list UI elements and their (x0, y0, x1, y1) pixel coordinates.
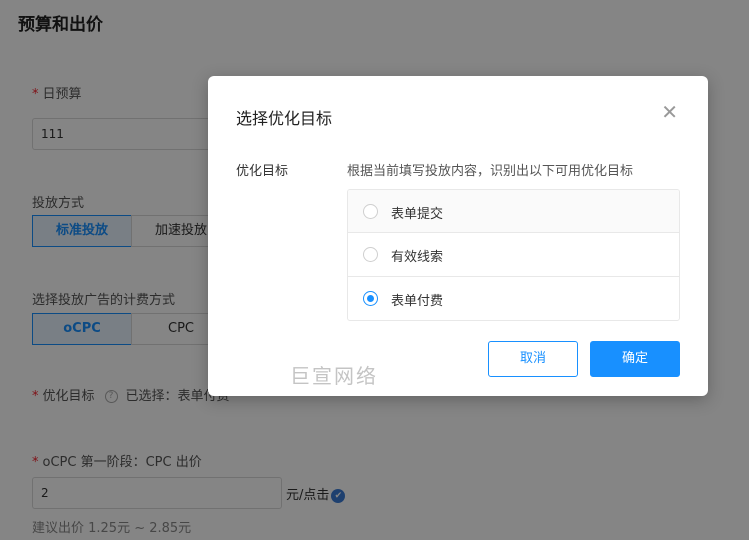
modal-title: 选择优化目标 (236, 109, 333, 128)
option-label: 有效线索 (391, 250, 444, 266)
radio-button[interactable] (363, 247, 378, 263)
cancel-button[interactable]: 取消 (488, 341, 578, 377)
optimization-options: 表单提交 有效线索 表单付费 (347, 189, 680, 321)
modal-field-label: 优化目标 (236, 164, 289, 179)
option-form-submit[interactable]: 表单提交 (348, 190, 679, 234)
option-label: 表单提交 (391, 207, 444, 222)
select-optimization-modal: 选择优化目标 ✕ 优化目标 根据当前填写投放内容，识别出以下可用优化目标 表单提… (208, 76, 708, 396)
confirm-button[interactable]: 确定 (590, 341, 680, 377)
radio-button-checked[interactable] (363, 290, 378, 306)
modal-hint: 根据当前填写投放内容，识别出以下可用优化目标 (347, 164, 634, 179)
option-form-payment[interactable]: 表单付费 (348, 277, 679, 320)
radio-button[interactable] (363, 204, 378, 219)
watermark: 巨宣网络 (290, 364, 378, 388)
option-valid-lead[interactable]: 有效线索 (348, 233, 679, 277)
option-label: 表单付费 (391, 293, 444, 309)
close-icon[interactable]: ✕ (661, 102, 678, 122)
